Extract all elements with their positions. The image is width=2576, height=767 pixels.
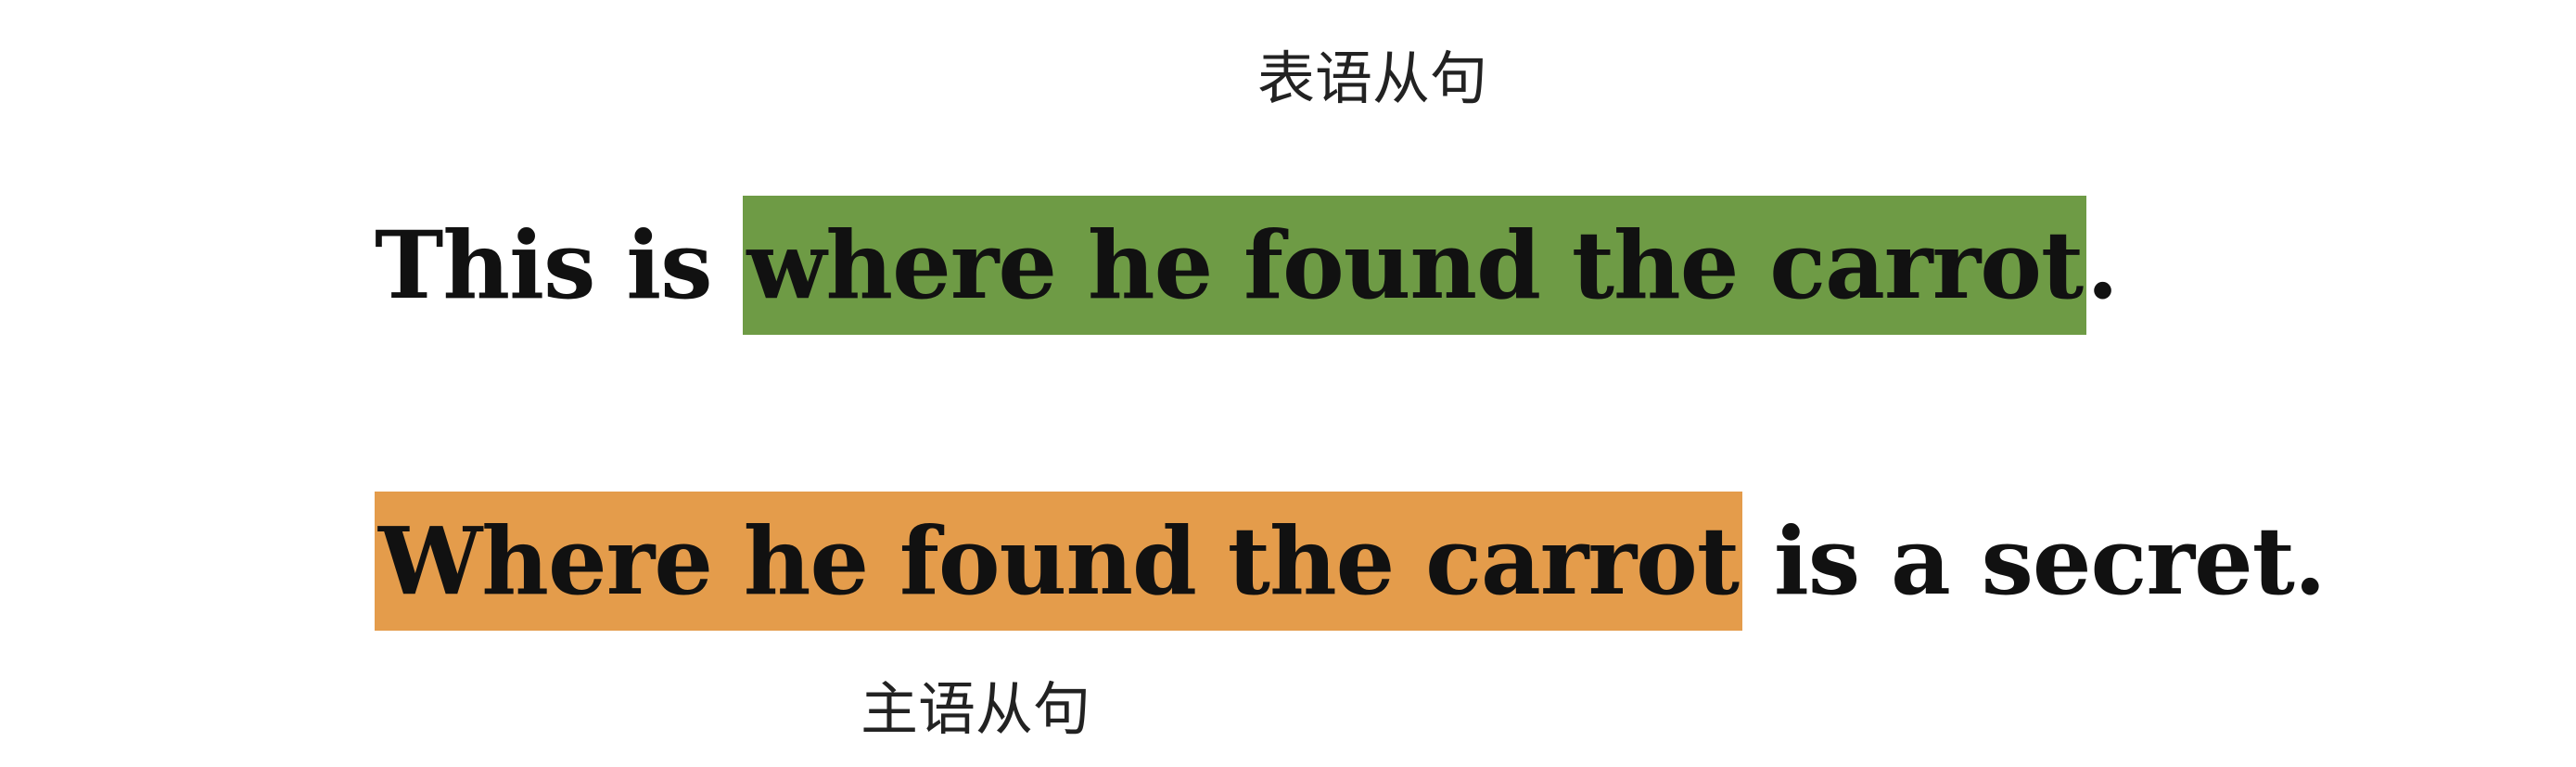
predicative-clause-label: 表语从句 [1257,45,1488,112]
predicative-clause-highlight: where he found the carrot [743,196,2087,335]
subject-clause-highlight: Where he found the carrot [375,492,1743,631]
sentence1-suffix: . [2086,211,2119,320]
sentence1-prefix: This is [375,211,744,320]
subject-clause-label: 主语从句 [861,675,1091,743]
sentence-subject-example: Where he found the carrot is a secret. [375,492,2327,631]
sentence-predicative-example: This is where he found the carrot. [375,196,2119,335]
sentence2-suffix: is a secret. [1742,506,2327,616]
